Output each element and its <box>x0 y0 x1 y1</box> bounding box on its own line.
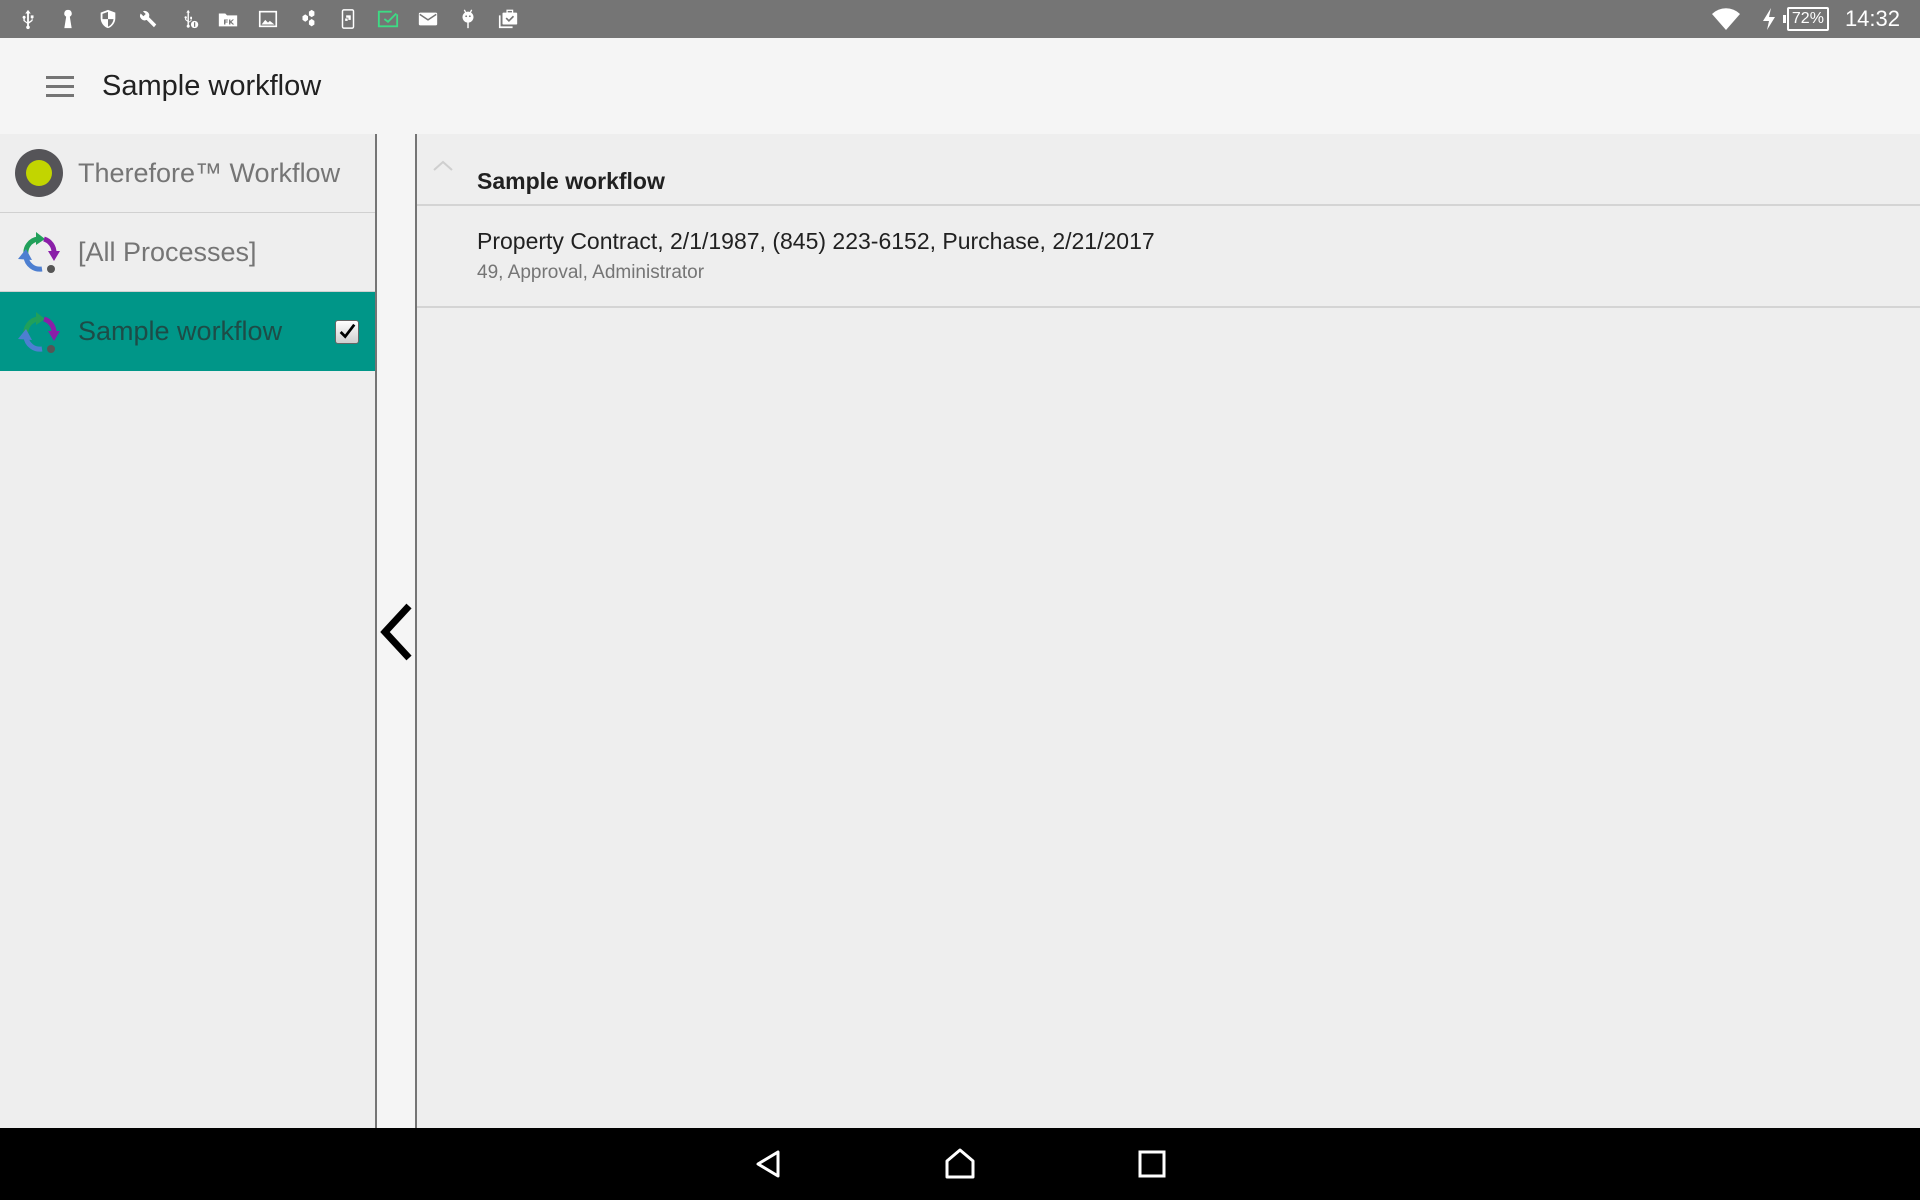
group-title: Sample workflow <box>477 168 665 194</box>
folder-fk-icon: FK <box>216 7 240 31</box>
app-bar: Sample workflow <box>0 38 1920 134</box>
group-header[interactable]: Sample workflow <box>417 134 1920 206</box>
status-bar: FK 72% 14:32 <box>0 0 1920 38</box>
checkmark-icon <box>339 323 356 339</box>
clock: 14:32 <box>1844 6 1900 31</box>
sidebar-item-sample-workflow[interactable]: Sample workflow <box>0 292 375 371</box>
navigation-bar <box>0 1128 1920 1200</box>
image-icon <box>256 7 280 31</box>
clipboard-check-icon <box>496 7 520 31</box>
home-icon[interactable] <box>940 1146 980 1182</box>
svg-text:FK: FK <box>223 18 234 27</box>
battery-level: 72% <box>1786 7 1829 31</box>
chevron-up-icon[interactable] <box>431 158 455 172</box>
usb-debug-icon <box>178 7 202 31</box>
android-icon <box>456 7 480 31</box>
process-cycle-icon <box>14 227 64 277</box>
sidebar-item-all-processes[interactable]: [All Processes] <box>0 213 375 292</box>
hexagons-icon <box>296 7 320 31</box>
therefore-logo-icon <box>14 148 64 198</box>
wifi-icon <box>1711 6 1741 32</box>
sidebar-item-label: [All Processes] <box>78 236 257 267</box>
bolt-icon <box>1759 6 1779 32</box>
chevron-left-icon <box>380 603 412 661</box>
battery-indicator: 72% <box>1782 7 1829 31</box>
sidebar-item-label: Therefore™ Workflow <box>78 157 341 188</box>
back-icon[interactable] <box>750 1146 790 1182</box>
row-primary-text: Property Contract, 2/1/1987, (845) 223-6… <box>477 228 1155 254</box>
collapse-sidebar-button[interactable] <box>377 134 417 1128</box>
sidebar-item-label: Sample workflow <box>78 316 283 346</box>
page-title: Sample workflow <box>102 70 322 102</box>
hamburger-menu-icon[interactable] <box>40 68 80 104</box>
phone-screen-icon <box>336 7 360 31</box>
mail-check-icon <box>376 7 400 31</box>
process-cycle-icon <box>14 307 64 357</box>
list-item[interactable]: Property Contract, 2/1/1987, (845) 223-6… <box>417 206 1920 308</box>
selected-checkbox[interactable] <box>335 319 359 344</box>
sidebar-item-therefore-workflow[interactable]: Therefore™ Workflow <box>0 134 375 213</box>
shield-icon <box>96 7 120 31</box>
keyhole-icon <box>56 7 80 31</box>
mail-icon <box>416 7 440 31</box>
main-content: Sample workflow Property Contract, 2/1/1… <box>417 134 1920 1128</box>
sidebar: Therefore™ Workflow [All Processes] Samp… <box>0 134 377 1128</box>
recents-icon[interactable] <box>1132 1146 1172 1182</box>
row-secondary-text: 49, Approval, Administrator <box>477 262 705 283</box>
usb-icon <box>16 7 40 31</box>
wrench-icon <box>136 7 160 31</box>
